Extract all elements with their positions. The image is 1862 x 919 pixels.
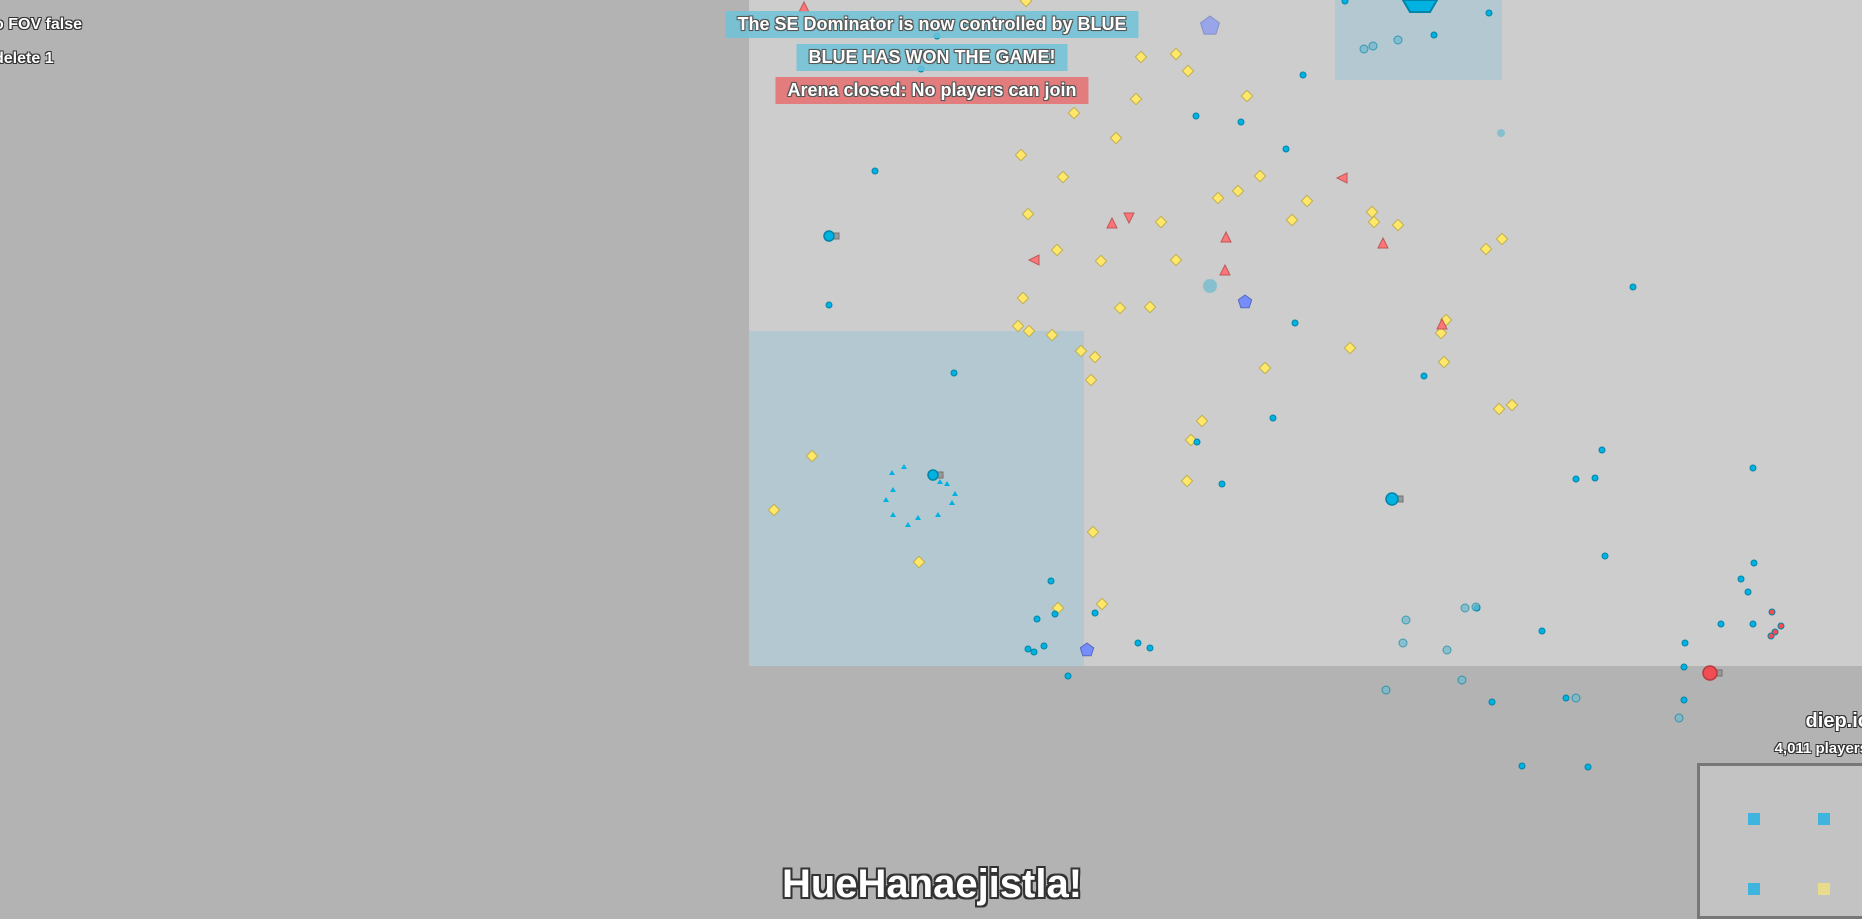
dominator [1401, 0, 1439, 13]
bullet [1047, 577, 1055, 585]
bullet [1282, 145, 1290, 153]
bullet [1024, 645, 1032, 653]
tank-body [823, 230, 835, 242]
bullet [1134, 639, 1142, 647]
bullet [1401, 615, 1411, 625]
bullet [1430, 31, 1438, 39]
minimap-marker [1818, 883, 1830, 895]
bullet [1442, 645, 1452, 655]
bullet [1485, 9, 1493, 17]
blue-base-zone [749, 331, 1084, 666]
bullet [1767, 632, 1775, 640]
bullet [1381, 685, 1391, 695]
bullet [1737, 575, 1745, 583]
bullet [1146, 644, 1154, 652]
bullet [1680, 696, 1688, 704]
bullet [1051, 610, 1059, 618]
bullet [1393, 35, 1403, 45]
bullet [1033, 615, 1041, 623]
bullet [1193, 438, 1201, 446]
player-count: 4,011 players [1774, 740, 1862, 757]
bullet [1368, 41, 1378, 51]
bullet [1717, 620, 1725, 628]
dead-bullet [1497, 129, 1505, 137]
game-canvas[interactable] [0, 0, 1862, 899]
player-name-label: HueHanaejistla! [781, 862, 1083, 906]
bullet [1471, 602, 1481, 612]
bullet [1237, 118, 1245, 126]
debug-delete-text: delete 1 [0, 50, 54, 67]
game-logo: diep.io [1805, 710, 1862, 732]
bullet [1040, 642, 1048, 650]
bullet [1749, 464, 1757, 472]
minimap-marker [1748, 813, 1760, 825]
bullet [1629, 283, 1637, 291]
arena-closed-notification: Arena closed: No players can join [775, 77, 1089, 104]
bullet [1398, 638, 1408, 648]
bullet [1571, 693, 1581, 703]
bullet [1601, 552, 1609, 560]
bullet [1460, 603, 1470, 613]
bullet [1598, 446, 1606, 454]
tank-body [927, 469, 939, 481]
bullet [1750, 559, 1758, 567]
dominator-notification: The SE Dominator is now controlled by BL… [725, 11, 1139, 38]
bullet [1562, 694, 1570, 702]
bullet [1674, 713, 1684, 723]
bullet [950, 369, 958, 377]
bullet [1538, 627, 1546, 635]
tank-body [1702, 665, 1718, 681]
bullet [1291, 319, 1299, 327]
bullet [1457, 675, 1467, 685]
bullet [1749, 620, 1757, 628]
tank-body [1385, 492, 1399, 506]
dead-bullet [1203, 279, 1217, 293]
bullet [1341, 0, 1349, 5]
bullet [1591, 474, 1599, 482]
bullet [1488, 698, 1496, 706]
victory-notification: BLUE HAS WON THE GAME! [796, 44, 1068, 71]
bullet [1299, 71, 1307, 79]
debug-fov-text: o FOV false [0, 16, 83, 33]
bullet [1218, 480, 1226, 488]
minimap-marker [1818, 813, 1830, 825]
bullet [871, 167, 879, 175]
bullet [1420, 372, 1428, 380]
bullet [1572, 475, 1580, 483]
bullet [1359, 44, 1369, 54]
bullet [1584, 763, 1592, 771]
minimap [1697, 763, 1862, 919]
bullet [1518, 762, 1526, 770]
minimap-marker [1748, 883, 1760, 895]
bullet [1777, 622, 1785, 630]
bullet [1681, 639, 1689, 647]
bullet [1768, 608, 1776, 616]
bullet [1091, 609, 1099, 617]
bullet [1744, 588, 1752, 596]
bullet [1030, 648, 1038, 656]
bullet [1680, 663, 1688, 671]
bullet [825, 301, 833, 309]
bullet [1192, 112, 1200, 120]
bullet [1064, 672, 1072, 680]
bullet [1269, 414, 1277, 422]
